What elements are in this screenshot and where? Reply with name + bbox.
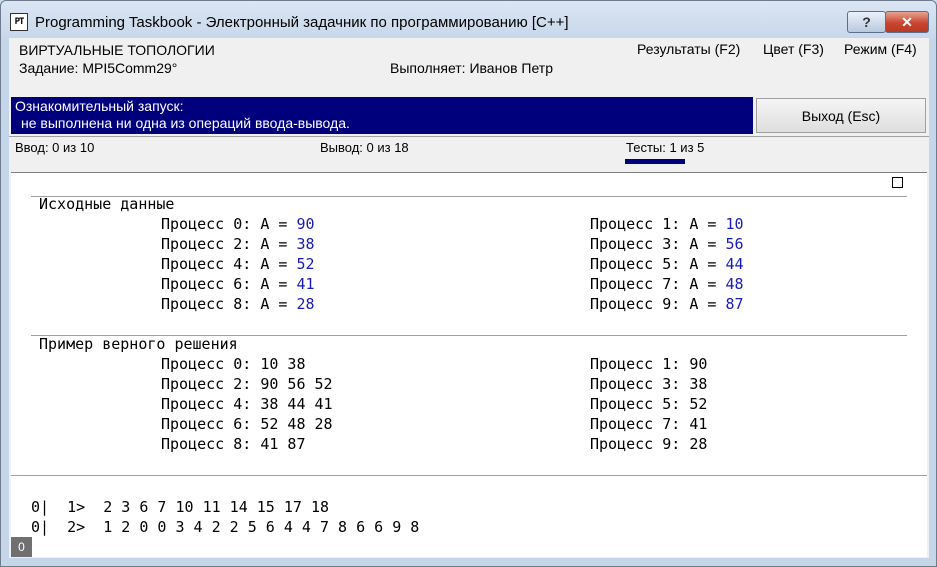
solution-process-row: Процесс 8: 41 87 — [161, 435, 306, 453]
input-counter: Ввод: 0 из 10 — [15, 140, 95, 155]
status-line-1: Ознакомительный запуск: — [15, 98, 184, 114]
menu-mode[interactable]: Режим (F4) — [844, 41, 917, 57]
input-process-row: Процесс 2: A = 38 — [161, 235, 315, 253]
process-label: Процесс 0: A = — [161, 215, 297, 233]
process-label: Процесс 4: A = — [161, 255, 297, 273]
solution-process-row: Процесс 4: 38 44 41 — [161, 395, 333, 413]
solution-process-row: Процесс 9: 28 — [590, 435, 708, 453]
tests-progress-bar — [625, 159, 685, 164]
tests-counter: Тесты: 1 из 5 — [626, 140, 705, 155]
exit-button[interactable]: Выход (Esc) — [756, 98, 926, 133]
client-area: ВИРТУАЛЬНЫЕ ТОПОЛОГИИ Задание: MPI5Comm2… — [9, 38, 929, 558]
solution-process-row: Процесс 6: 52 48 28 — [161, 415, 333, 433]
title-bar[interactable]: PT Programming Taskbook - Электронный за… — [1, 1, 936, 37]
process-value: 38 — [296, 235, 315, 253]
process-label: Процесс 5: A = — [590, 255, 726, 273]
process-label: Процесс 9: A = — [590, 295, 726, 313]
process-label: Процесс 3: A = — [590, 235, 726, 253]
solution-process-row: Процесс 7: 41 — [590, 415, 708, 433]
section-title: ВИРТУАЛЬНЫЕ ТОПОЛОГИИ — [19, 42, 215, 58]
task-header: ВИРТУАЛЬНЫЕ ТОПОЛОГИИ Задание: MPI5Comm2… — [9, 38, 929, 94]
process-label: Процесс 8: A = — [161, 295, 297, 313]
executor-label: Выполняет: Иванов Петр — [390, 60, 554, 76]
menu-results[interactable]: Результаты (F2) — [637, 41, 740, 57]
input-process-row: Процесс 5: A = 44 — [590, 255, 744, 273]
process-value: 48 — [725, 275, 744, 293]
output-counter: Вывод: 0 из 18 — [320, 140, 409, 155]
debug-output-line: 0| 2> 1 2 0 0 3 4 2 2 5 6 4 4 7 8 6 6 9 … — [31, 518, 420, 536]
solution-process-row: Процесс 5: 52 — [590, 395, 708, 413]
debug-output-line: 0| 1> 2 3 6 7 10 11 14 15 17 18 — [31, 498, 330, 516]
task-label: Задание: MPI5Comm29° — [19, 60, 178, 76]
process-value: 44 — [725, 255, 744, 273]
process-label: Процесс 2: A = — [161, 235, 297, 253]
input-process-row: Процесс 7: A = 48 — [590, 275, 744, 293]
process-value: 52 — [296, 255, 315, 273]
process-value: 56 — [725, 235, 744, 253]
divider — [11, 475, 927, 476]
app-window: PT Programming Taskbook - Электронный за… — [0, 0, 937, 567]
menu-color[interactable]: Цвет (F3) — [763, 41, 824, 57]
process-value: 28 — [296, 295, 315, 313]
input-process-row: Процесс 0: A = 90 — [161, 215, 315, 233]
task-content[interactable]: Исходные данные Процесс 0: A = 90 Процесс… — [11, 172, 927, 557]
solution-process-row: Процесс 1: 90 — [590, 355, 708, 373]
process-label: Процесс 1: A = — [590, 215, 726, 233]
input-process-row: Процесс 3: A = 56 — [590, 235, 744, 253]
close-button[interactable]: ✕ — [885, 11, 929, 33]
input-process-row: Процесс 6: A = 41 — [161, 275, 315, 293]
input-section-title: Исходные данные — [39, 195, 175, 213]
process-value: 90 — [296, 215, 315, 233]
solution-section-title: Пример верного решения — [39, 335, 238, 353]
status-message: Ознакомительный запуск: не выполнена ни … — [11, 97, 753, 134]
help-button[interactable]: ? — [847, 11, 886, 33]
solution-process-row: Процесс 2: 90 56 52 — [161, 375, 333, 393]
status-line-2: не выполнена ни одна из операций ввода-в… — [21, 115, 350, 131]
app-icon: PT — [10, 13, 28, 31]
process-value: 10 — [725, 215, 744, 233]
input-process-row: Процесс 4: A = 52 — [161, 255, 315, 273]
solution-process-row: Процесс 3: 38 — [590, 375, 708, 393]
solution-process-row: Процесс 0: 10 38 — [161, 355, 306, 373]
process-value: 41 — [296, 275, 315, 293]
process-label: Процесс 7: A = — [590, 275, 726, 293]
process-label: Процесс 6: A = — [161, 275, 297, 293]
input-process-row: Процесс 9: A = 87 — [590, 295, 744, 313]
input-process-row: Процесс 1: A = 10 — [590, 215, 744, 233]
checkbox-icon[interactable] — [892, 177, 903, 188]
corner-indicator: 0 — [11, 537, 32, 557]
io-counters: Ввод: 0 из 10 Вывод: 0 из 18 Тесты: 1 из… — [9, 136, 929, 169]
input-process-row: Процесс 8: A = 28 — [161, 295, 315, 313]
window-title: Programming Taskbook - Электронный задач… — [35, 14, 569, 31]
process-value: 87 — [725, 295, 744, 313]
